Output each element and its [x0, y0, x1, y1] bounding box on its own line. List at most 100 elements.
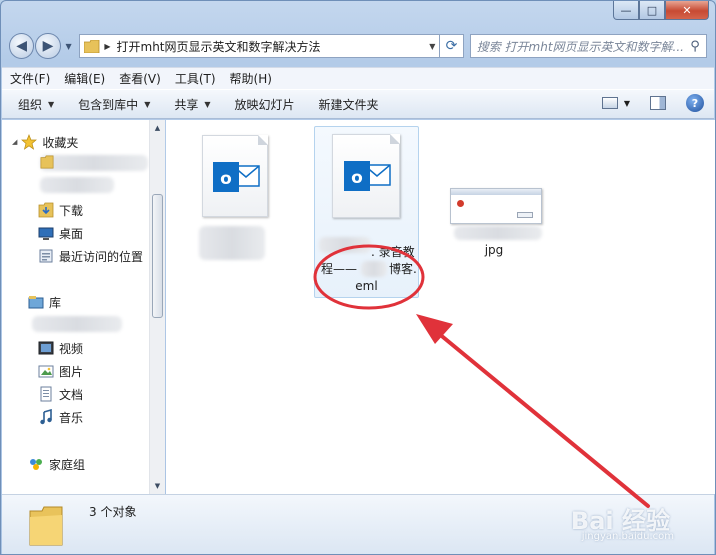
forward-button[interactable]: ▶: [35, 33, 61, 59]
new-folder-button[interactable]: 新建文件夹: [319, 96, 379, 113]
music-note-icon: [40, 409, 52, 425]
file-extension: jpg: [484, 243, 504, 257]
recent-pages-dropdown[interactable]: ▼: [62, 42, 76, 51]
file-extension: eml: [355, 279, 378, 293]
address-dropdown[interactable]: ▼: [425, 42, 439, 51]
blurred-filename: [454, 226, 542, 240]
close-button[interactable]: ✕: [665, 1, 709, 20]
blurred-item: [40, 177, 114, 193]
search-input[interactable]: 搜索 打开mht网页显示英文和数字解... ⚲: [469, 34, 707, 58]
search-placeholder: 搜索 打开mht网页显示英文和数字解...: [476, 39, 684, 54]
slideshow-button[interactable]: 放映幻灯片: [235, 96, 295, 113]
share-label: 共享: [174, 97, 199, 112]
address-bar[interactable]: ▶ 打开mht网页显示英文和数字解决方法 ▼: [79, 34, 441, 58]
new-folder-label: 新建文件夹: [318, 97, 379, 112]
change-view-icon[interactable]: [601, 97, 618, 109]
video-icon: [38, 341, 54, 355]
thumbnail-titlebar: [451, 189, 541, 195]
nav-desktop[interactable]: 桌面: [38, 223, 83, 243]
blurred-item: [40, 155, 148, 171]
organize-button[interactable]: 组织 ▼: [18, 96, 54, 113]
organize-label: 组织: [18, 97, 43, 112]
svg-text:o: o: [220, 169, 232, 189]
pictures-icon: [38, 365, 54, 378]
object-count: 3 个对象: [89, 505, 137, 519]
file-name-line1: . 录音教: [371, 245, 415, 259]
thumbnail-ok-button: [517, 212, 533, 218]
details-pane: 3 个对象 Bai 经验 jingyan.baidu.com: [2, 494, 714, 554]
nav-favorites[interactable]: ◢ 收藏夹: [12, 132, 78, 152]
menu-view[interactable]: 查看(V): [119, 70, 161, 87]
nav-documents-label: 文档: [59, 387, 84, 402]
file-thumbnail: o: [332, 134, 400, 218]
nav-favorites-label: 收藏夹: [42, 135, 79, 150]
watermark-url: jingyan.baidu.com: [581, 531, 674, 542]
page-corner: [390, 134, 400, 144]
breadcrumb-arrow-icon[interactable]: ▶: [104, 42, 110, 51]
maximize-button[interactable]: □: [639, 1, 665, 20]
nav-downloads[interactable]: 下载: [38, 200, 83, 220]
star-icon: [21, 134, 38, 150]
file-item-selected[interactable]: o . 录音教 程—— 博客. eml: [314, 126, 419, 298]
help-icon[interactable]: ?: [686, 94, 704, 112]
back-button[interactable]: ◀: [9, 33, 35, 59]
blurred-item: [32, 316, 122, 332]
outlook-eml-icon: o: [213, 162, 260, 192]
navigation-pane: ◢ 收藏夹 下载 桌面 最近访问的位置 库 视频 图片 文档 音乐 家庭组 ▲ …: [2, 120, 165, 494]
nav-music-label: 音乐: [59, 410, 84, 425]
file-item[interactable]: jpg: [444, 180, 544, 260]
nav-homegroup-label: 家庭组: [49, 457, 86, 472]
library-icon: [28, 296, 44, 309]
recent-places-icon: [39, 249, 53, 263]
page-corner: [258, 135, 268, 145]
nav-libraries-label: 库: [49, 295, 62, 310]
menu-bar: 文件(F) 编辑(E) 查看(V) 工具(T) 帮助(H): [2, 67, 714, 89]
downloads-folder-icon: [38, 202, 54, 218]
menu-tools[interactable]: 工具(T): [175, 70, 216, 87]
preview-pane-icon[interactable]: [650, 96, 666, 110]
search-icon[interactable]: ⚲: [684, 39, 706, 54]
nav-pictures-label: 图片: [59, 364, 84, 379]
view-controls: ▼ ?: [601, 94, 704, 112]
expand-arrow-icon[interactable]: ◢: [12, 138, 17, 146]
slideshow-label: 放映幻灯片: [234, 97, 295, 112]
command-bar: 组织 ▼ 包含到库中 ▼ 共享 ▼ 放映幻灯片 新建文件夹 ▼ ?: [2, 89, 714, 119]
blurred-filename: [319, 237, 371, 253]
chevron-down-icon: ▼: [144, 99, 151, 109]
refresh-button[interactable]: ⟳: [440, 34, 464, 58]
menu-help[interactable]: 帮助(H): [230, 70, 272, 87]
desktop-icon: [38, 227, 54, 240]
share-button[interactable]: 共享 ▼: [174, 96, 210, 113]
nav-scrollbar[interactable]: ▲ ▼: [149, 120, 165, 494]
menu-file[interactable]: 文件(F): [10, 70, 50, 87]
minimize-button[interactable]: —: [613, 1, 639, 20]
menu-edit[interactable]: 编辑(E): [64, 70, 105, 87]
file-name-line2b: 博客.: [389, 262, 417, 276]
scroll-up-icon[interactable]: ▲: [150, 120, 165, 136]
address-row: ◀ ▶ ▼ ▶ 打开mht网页显示英文和数字解决方法 ▼ ⟳ 搜索 打开mht网…: [9, 31, 707, 61]
address-path[interactable]: 打开mht网页显示英文和数字解决方法: [117, 38, 426, 55]
nav-downloads-label: 下载: [59, 203, 84, 218]
nav-videos[interactable]: 视频: [38, 338, 83, 358]
scroll-down-icon[interactable]: ▼: [150, 478, 165, 494]
include-in-library-label: 包含到库中: [78, 97, 139, 112]
folder-icon: [84, 39, 100, 53]
scroll-thumb[interactable]: [152, 194, 163, 318]
nav-documents[interactable]: 文档: [38, 384, 83, 404]
nav-recent-places[interactable]: 最近访问的位置: [38, 246, 143, 266]
nav-recent-places-label: 最近访问的位置: [59, 249, 144, 264]
nav-pictures[interactable]: 图片: [38, 361, 83, 381]
include-in-library-button[interactable]: 包含到库中 ▼: [78, 96, 150, 113]
nav-music[interactable]: 音乐: [38, 407, 83, 427]
nav-libraries[interactable]: 库: [28, 292, 61, 312]
outlook-eml-icon: o: [344, 161, 391, 191]
homegroup-icon: [30, 459, 42, 470]
folder-icon: [29, 506, 63, 546]
file-item[interactable]: o: [196, 130, 276, 260]
nav-homegroup[interactable]: 家庭组: [28, 454, 85, 474]
documents-icon: [40, 386, 52, 402]
error-icon: [457, 200, 464, 207]
view-options-dropdown[interactable]: ▼: [624, 99, 630, 108]
file-thumbnail: o: [202, 135, 268, 217]
blurred-filename: [199, 226, 265, 260]
